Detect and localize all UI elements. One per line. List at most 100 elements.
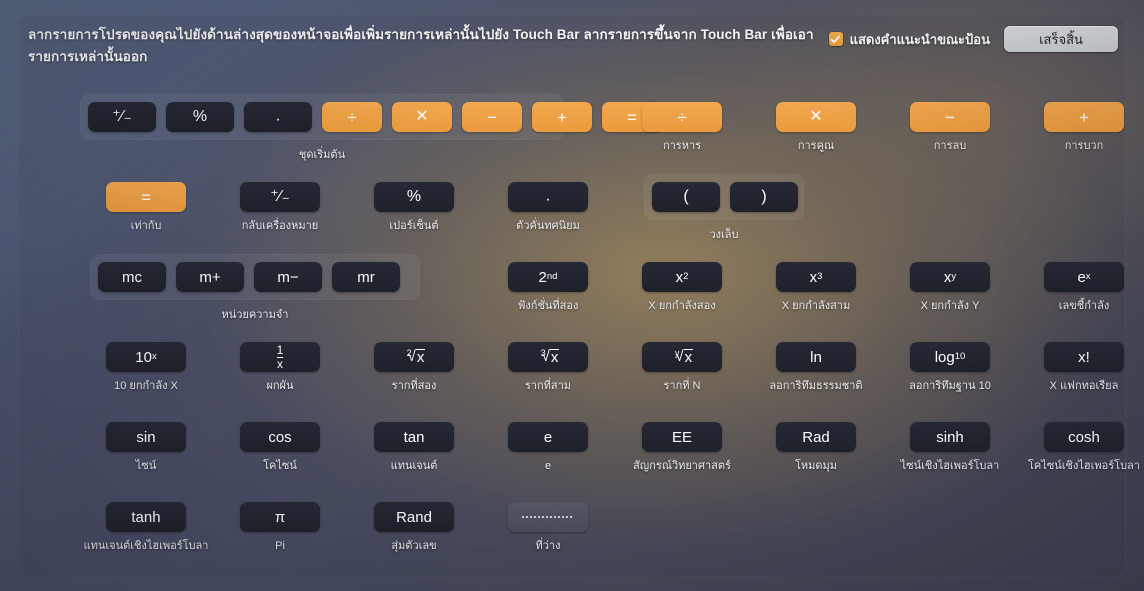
item-x-cubed[interactable]: x3 X ยกกำลังสาม bbox=[751, 262, 881, 313]
item-factorial[interactable]: x! X แฟกทอเรียล bbox=[1019, 342, 1144, 393]
item-pi-caption: Pi bbox=[275, 540, 285, 552]
item-scientific-notation-key[interactable]: EE bbox=[642, 422, 722, 452]
item-angle-mode-key[interactable]: Rad bbox=[776, 422, 856, 452]
item-angle-mode[interactable]: Rad โหมดมุม bbox=[751, 422, 881, 473]
item-spacer-key[interactable] bbox=[508, 502, 588, 532]
item-log-base-10[interactable]: log 10 ลอการิทึมฐาน 10 bbox=[885, 342, 1015, 393]
item-nth-root[interactable]: y √ x รากที่ N bbox=[617, 342, 747, 393]
item-sign-toggle[interactable]: ⁺∕₋ กลับเครื่องหมาย bbox=[215, 182, 345, 233]
item-cosh[interactable]: cosh โคไซน์เชิงไฮเพอร์โบลา bbox=[1019, 422, 1144, 473]
item-x-squared[interactable]: x2 X ยกกำลังสอง bbox=[617, 262, 747, 313]
item-division-key[interactable]: ÷ bbox=[642, 102, 722, 132]
item-natural-log-key[interactable]: ln bbox=[776, 342, 856, 372]
key-paren-close[interactable]: ) bbox=[730, 182, 798, 212]
item-division[interactable]: ÷ การหาร bbox=[617, 102, 747, 153]
key-memory-clear[interactable]: mc bbox=[98, 262, 166, 292]
item-e-key[interactable]: e bbox=[508, 422, 588, 452]
item-second-function-key[interactable]: 2nd bbox=[508, 262, 588, 292]
item-tan-caption: แทนเจนต์ bbox=[390, 460, 438, 472]
default-set-group[interactable]: ⁺∕₋% · ÷ ✕ − + = bbox=[80, 94, 662, 140]
item-decimal-separator-key[interactable]: · bbox=[508, 182, 588, 212]
item-random[interactable]: Rand สุ่มตัวเลข bbox=[349, 502, 479, 553]
item-sin[interactable]: sin ไซน์ bbox=[81, 422, 211, 473]
key-plus[interactable]: + bbox=[532, 102, 592, 132]
item-scientific-notation[interactable]: EE สัญกรณ์วิทยาศาสตร์ bbox=[617, 422, 747, 473]
item-random-key[interactable]: Rand bbox=[374, 502, 454, 532]
item-e[interactable]: ee bbox=[483, 422, 613, 473]
item-log-base-10-key[interactable]: log 10 bbox=[910, 342, 990, 372]
item-decimal-separator[interactable]: · ตัวคั่นทศนิยม bbox=[483, 182, 613, 233]
item-tan[interactable]: tan แทนเจนต์ bbox=[349, 422, 479, 473]
item-cube-root[interactable]: 3 √ x รากที่สาม bbox=[483, 342, 613, 393]
typing-suggestions-checkbox-row[interactable]: แสดงคำแนะนำขณะป้อน bbox=[828, 29, 990, 50]
item-equals-key[interactable]: = bbox=[106, 182, 186, 212]
item-second-function-caption: ฟังก์ชั่นที่สอง bbox=[517, 300, 579, 312]
item-multiplication-key[interactable]: ✕ bbox=[776, 102, 856, 132]
key-divide[interactable]: ÷ bbox=[322, 102, 382, 132]
key-row: 10 x 10 ยกกำลัง X 1 x ผกผัน 2 √ x รากที่สอง 3 √ x ราก… bbox=[18, 328, 1126, 408]
key-decimal[interactable]: · bbox=[244, 102, 312, 132]
item-addition[interactable]: + การบวก bbox=[1019, 102, 1144, 153]
memory-group[interactable]: mc m+ m− mr bbox=[90, 254, 420, 300]
group-caption: วงเล็บ bbox=[709, 229, 739, 241]
item-log-base-10-caption: ลอการิทึมฐาน 10 bbox=[909, 380, 991, 392]
item-e-to-x[interactable]: e x เลขชี้กำลัง bbox=[1019, 262, 1144, 313]
item-spacer-caption: ที่ว่าง bbox=[535, 540, 561, 552]
item-ten-to-x-key[interactable]: 10 x bbox=[106, 342, 186, 372]
key-multiply[interactable]: ✕ bbox=[392, 102, 452, 132]
item-cosh-key[interactable]: cosh bbox=[1044, 422, 1124, 452]
key-row: ⁺∕₋% · ÷ ✕ − + = ชุดเริ่มต้น ÷ การหาร ✕ การคูณ − การล… bbox=[18, 88, 1126, 168]
item-pi[interactable]: π Pi bbox=[215, 502, 345, 553]
item-tanh[interactable]: tanh แทนเจนต์เชิงไฮเพอร์โบลา bbox=[81, 502, 211, 553]
key-memory-subtract[interactable]: m− bbox=[254, 262, 322, 292]
key-paren-open[interactable]: ( bbox=[652, 182, 720, 212]
item-square-root[interactable]: 2 √ x รากที่สอง bbox=[349, 342, 479, 393]
item-square-root-key[interactable]: 2 √ x bbox=[374, 342, 454, 372]
item-factorial-key[interactable]: x! bbox=[1044, 342, 1124, 372]
parentheses-group[interactable]: () bbox=[644, 174, 804, 220]
item-tan-key[interactable]: tan bbox=[374, 422, 454, 452]
item-ten-to-x[interactable]: 10 x 10 ยกกำลัง X bbox=[81, 342, 211, 393]
item-x-to-y[interactable]: xy X ยกกำลัง Y bbox=[885, 262, 1015, 313]
item-cos-key[interactable]: cos bbox=[240, 422, 320, 452]
key-plus-minus[interactable]: ⁺∕₋ bbox=[88, 102, 156, 132]
item-reciprocal-key[interactable]: 1x bbox=[240, 342, 320, 372]
item-ten-to-x-caption: 10 ยกกำลัง X bbox=[114, 380, 178, 392]
item-e-to-x-key[interactable]: ex bbox=[1044, 262, 1124, 292]
key-percent[interactable]: % bbox=[166, 102, 234, 132]
item-subtraction-key[interactable]: − bbox=[910, 102, 990, 132]
key-memory-recall[interactable]: mr bbox=[332, 262, 400, 292]
item-spacer[interactable]: ที่ว่าง bbox=[483, 502, 613, 553]
key-memory-add[interactable]: m+ bbox=[176, 262, 244, 292]
item-second-function[interactable]: 2nd ฟังก์ชั่นที่สอง bbox=[483, 262, 613, 313]
item-percent-key[interactable]: % bbox=[374, 182, 454, 212]
done-button[interactable]: เสร็จสิ้น bbox=[1004, 26, 1118, 52]
item-tanh-key[interactable]: tanh bbox=[106, 502, 186, 532]
item-addition-key[interactable]: + bbox=[1044, 102, 1124, 132]
item-percent[interactable]: % เปอร์เซ็นต์ bbox=[349, 182, 479, 233]
item-sinh[interactable]: sinh ไซน์เชิงไฮเพอร์โบลา bbox=[885, 422, 1015, 473]
key-minus[interactable]: − bbox=[462, 102, 522, 132]
item-sinh-key[interactable]: sinh bbox=[910, 422, 990, 452]
item-multiplication[interactable]: ✕ การคูณ bbox=[751, 102, 881, 153]
item-x-cubed-key[interactable]: x3 bbox=[776, 262, 856, 292]
item-pi-key[interactable]: π bbox=[240, 502, 320, 532]
item-sign-toggle-key[interactable]: ⁺∕₋ bbox=[240, 182, 320, 212]
item-x-to-y-key[interactable]: xy bbox=[910, 262, 990, 292]
item-equals[interactable]: = เท่ากับ bbox=[81, 182, 211, 233]
key-row: tanh แทนเจนต์เชิงไฮเพอร์โบลา π Pi Rand สุ่มตั… bbox=[18, 488, 1126, 568]
typing-suggestions-checkbox[interactable] bbox=[828, 32, 843, 46]
item-sin-key[interactable]: sin bbox=[106, 422, 186, 452]
group-keys: mc m+ m− mr bbox=[98, 262, 400, 292]
sheet-header: ลากรายการโปรดของคุณไปยังด้านล่างสุดของหน… bbox=[18, 14, 1126, 76]
group-caption: ชุดเริ่มต้น bbox=[298, 149, 346, 161]
item-x-squared-key[interactable]: x2 bbox=[642, 262, 722, 292]
item-nth-root-key[interactable]: y √ x bbox=[642, 342, 722, 372]
item-natural-log[interactable]: ln ลอการิทึมธรรมชาติ bbox=[751, 342, 881, 393]
item-reciprocal[interactable]: 1 x ผกผัน bbox=[215, 342, 345, 393]
item-subtraction[interactable]: − การลบ bbox=[885, 102, 1015, 153]
item-cos[interactable]: cos โคไซน์ bbox=[215, 422, 345, 473]
typing-suggestions-label: แสดงคำแนะนำขณะป้อน bbox=[849, 31, 990, 47]
item-random-caption: สุ่มตัวเลข bbox=[391, 540, 437, 552]
item-cube-root-key[interactable]: 3 √ x bbox=[508, 342, 588, 372]
